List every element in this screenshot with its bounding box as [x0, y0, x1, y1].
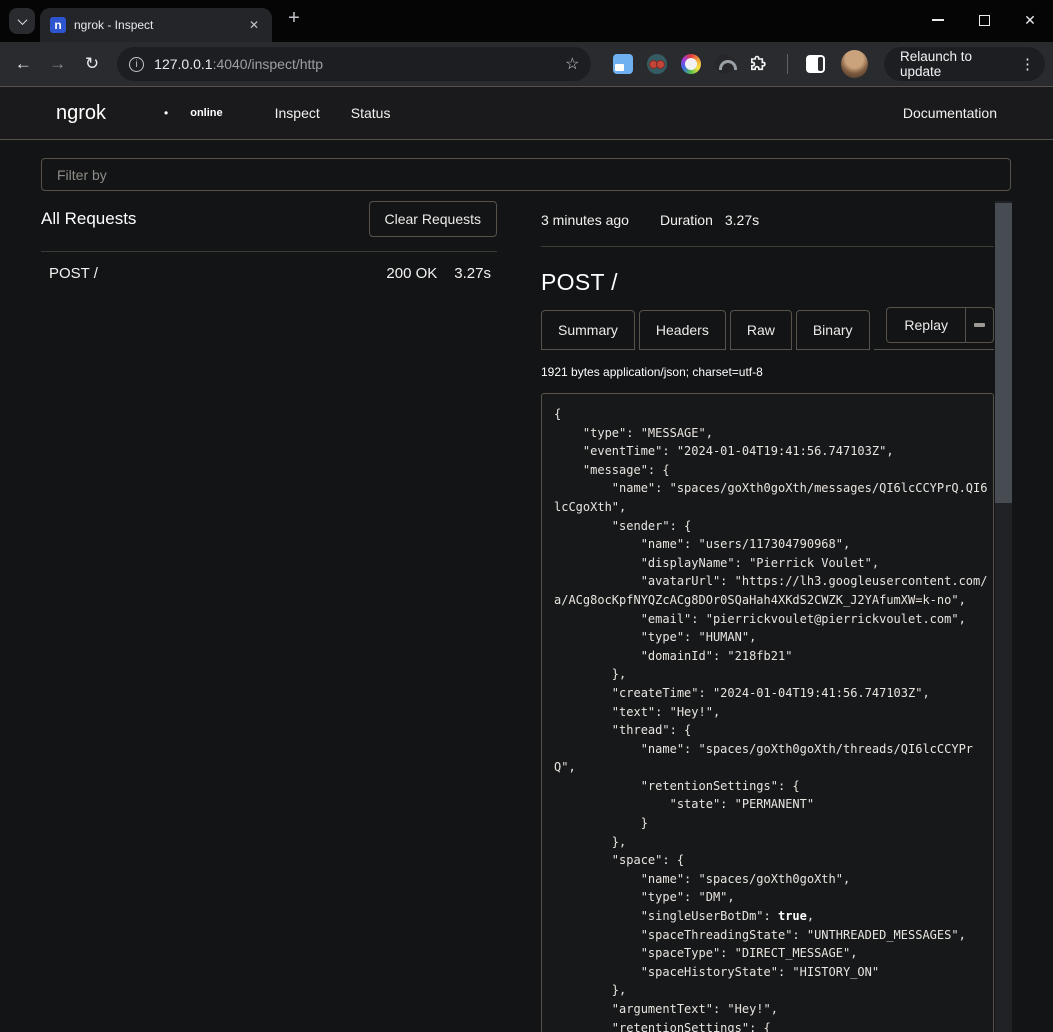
request-status: 200 OK — [386, 265, 437, 282]
tab-close-icon[interactable]: ✕ — [246, 17, 262, 33]
address-bar[interactable]: i 127.0.0.1:4040/inspect/http ☆ — [117, 47, 591, 81]
window-controls: ✕ — [915, 0, 1053, 40]
replay-options-button[interactable] — [966, 307, 994, 343]
detail-tabs: Summary Headers Raw Binary Replay — [541, 307, 994, 350]
detail-scrollbar-track[interactable] — [995, 201, 1012, 1032]
ngrok-page: ngrok • online Inspect Status Documentat… — [0, 86, 1053, 1032]
tab-summary[interactable]: Summary — [541, 310, 635, 350]
url-text: 127.0.0.1:4040/inspect/http — [154, 56, 555, 72]
request-detail-title: POST / — [541, 269, 994, 296]
tab-binary[interactable]: Binary — [796, 310, 870, 350]
clear-requests-button[interactable]: Clear Requests — [369, 201, 498, 237]
duration-label: Duration — [660, 212, 713, 228]
extension-arc-icon[interactable] — [715, 54, 735, 74]
nav-item-status[interactable]: Status — [351, 105, 391, 121]
new-tab-button[interactable]: + — [282, 6, 306, 30]
tabs-spacer — [874, 309, 887, 350]
request-duration: 3.27s — [454, 265, 491, 282]
tab-headers[interactable]: Headers — [639, 310, 726, 350]
profile-avatar[interactable] — [841, 50, 868, 78]
detail-scrollbar-thumb[interactable] — [995, 203, 1012, 503]
request-time-ago: 3 minutes ago — [541, 212, 629, 228]
replay-button[interactable]: Replay — [886, 307, 966, 343]
request-body-json: { "type": "MESSAGE", "eventTime": "2024-… — [554, 405, 981, 1032]
relaunch-to-update-button[interactable]: Relaunch to update ⋮ — [884, 47, 1045, 81]
documentation-link[interactable]: Documentation — [903, 105, 997, 121]
extension-goggles-icon[interactable] — [647, 54, 667, 74]
window-minimize-button[interactable] — [915, 0, 961, 40]
browser-menu-icon[interactable]: ⋮ — [1020, 55, 1035, 73]
request-list-item[interactable]: POST / 200 OK 3.27s — [41, 252, 497, 295]
replay-menu-icon — [974, 323, 985, 327]
status-dot-icon: • — [164, 106, 168, 120]
inspect-content: All Requests Clear Requests POST / 200 O… — [0, 140, 1053, 1032]
tab-raw[interactable]: Raw — [730, 310, 792, 350]
back-button[interactable]: ← — [8, 48, 38, 80]
window-close-button[interactable]: ✕ — [1007, 0, 1053, 40]
ngrok-header: ngrok • online Inspect Status Documentat… — [0, 86, 1053, 140]
url-path: :4040/inspect/http — [213, 56, 324, 72]
content-meta: 1921 bytes application/json; charset=utf… — [541, 365, 994, 379]
tab-title: ngrok - Inspect — [74, 18, 238, 32]
relaunch-label: Relaunch to update — [900, 49, 1010, 79]
extensions-puzzle-icon[interactable] — [749, 54, 769, 74]
minimize-icon — [932, 19, 944, 20]
reload-button[interactable]: ↻ — [77, 48, 107, 80]
ngrok-favicon-icon: n — [50, 17, 66, 33]
status-online-label: online — [190, 107, 222, 119]
browser-tab-active[interactable]: n ngrok - Inspect ✕ — [40, 8, 272, 42]
tab-search-button[interactable] — [9, 8, 35, 34]
chevron-down-icon — [17, 15, 27, 25]
browser-toolbar: ← → ↻ i 127.0.0.1:4040/inspect/http ☆ Re… — [0, 42, 1053, 86]
side-panel-icon[interactable] — [806, 55, 825, 73]
forward-button[interactable]: → — [42, 48, 72, 80]
request-detail-panel: 3 minutes ago Duration 3.27s POST / Summ… — [541, 201, 1012, 1032]
requests-panel: All Requests Clear Requests POST / 200 O… — [41, 201, 497, 1032]
browser-tabstrip: n ngrok - Inspect ✕ + ✕ — [0, 0, 1053, 42]
extensions-row — [613, 54, 769, 74]
toolbar-divider — [787, 54, 788, 74]
close-icon: ✕ — [1024, 13, 1036, 27]
extension-blue-icon[interactable] — [613, 54, 633, 74]
bookmark-star-icon[interactable]: ☆ — [565, 54, 579, 74]
duration-value: 3.27s — [725, 212, 759, 228]
ngrok-logo[interactable]: ngrok — [56, 102, 106, 125]
request-body-block: { "type": "MESSAGE", "eventTime": "2024-… — [541, 393, 994, 1032]
window-maximize-button[interactable] — [961, 0, 1007, 40]
site-info-icon[interactable]: i — [129, 57, 144, 72]
request-method-path: POST / — [49, 265, 98, 282]
extension-color-lens-icon[interactable] — [681, 54, 701, 74]
filter-input[interactable] — [41, 158, 1011, 191]
url-host: 127.0.0.1 — [154, 56, 212, 72]
replay-button-group: Replay — [886, 307, 994, 350]
all-requests-title: All Requests — [41, 209, 136, 229]
nav-item-inspect[interactable]: Inspect — [275, 105, 320, 121]
maximize-icon — [979, 15, 990, 26]
